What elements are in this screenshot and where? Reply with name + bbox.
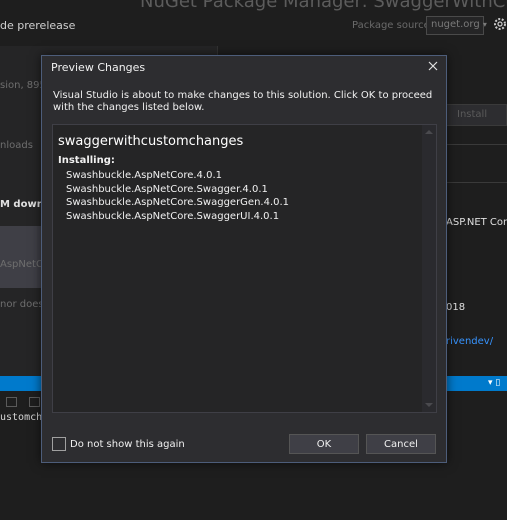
window-title: NuGet Package Manager: SwaggerWithCustom… (140, 0, 507, 12)
clear-output-icon[interactable] (6, 397, 17, 407)
screenshot-root: NuGet Package Manager: SwaggerWithCustom… (0, 0, 507, 520)
list-item: Swashbuckle.AspNetCore.SwaggerGen.4.0.1 (66, 197, 290, 208)
dialog-titlebar: Preview Changes (42, 56, 446, 78)
do-not-show-checkbox[interactable] (52, 437, 66, 451)
package-date-fragment: 018 (446, 302, 466, 313)
chevron-down-icon: ▾ (482, 20, 487, 29)
package-list: Swashbuckle.AspNetCore.4.0.1 Swashbuckle… (66, 169, 289, 223)
vertical-scrollbar[interactable] (422, 125, 436, 412)
list-item: Swashbuckle.AspNetCore.SwaggerUI.4.0.1 (66, 210, 280, 222)
divider (446, 144, 507, 145)
scroll-down-icon[interactable] (425, 403, 433, 407)
package-source-value: nuget.org (431, 19, 480, 30)
package-list-fragment: nloads (0, 140, 33, 151)
cancel-button[interactable]: Cancel (366, 434, 436, 454)
gear-icon[interactable] (492, 16, 507, 32)
dialog-title: Preview Changes (51, 61, 146, 74)
package-description-fragment: ASP.NET Core (446, 217, 507, 228)
package-source-select[interactable]: nuget.org ▾ (426, 16, 487, 35)
chevron-down-icon[interactable]: ▾ ▯ (488, 378, 500, 388)
word-wrap-icon[interactable] (29, 397, 40, 407)
changes-list[interactable]: swaggerwithcustomchanges Installing: Swa… (52, 124, 437, 413)
dialog-message: Visual Studio is about to make changes t… (53, 90, 433, 113)
package-source-label: Package source: (352, 20, 434, 31)
package-list-fragment: sion, 895 (0, 80, 46, 91)
do-not-show-label[interactable]: Do not show this again (70, 439, 185, 450)
project-name: swaggerwithcustomchanges (58, 134, 244, 149)
close-icon[interactable] (425, 58, 441, 74)
scroll-up-icon[interactable] (425, 130, 433, 134)
package-list-fragment: nor does (0, 299, 44, 310)
list-item: Swashbuckle.AspNetCore.4.0.1 (66, 170, 223, 181)
nuget-header: NuGet Package Manager: SwaggerWithCustom… (0, 0, 507, 46)
install-button[interactable]: Install (446, 104, 507, 126)
list-item: Swashbuckle.AspNetCore.Swagger.4.0.1 (66, 183, 268, 195)
divider (446, 182, 507, 183)
preview-changes-dialog: Preview Changes Visual Studio is about t… (41, 55, 447, 463)
ok-button[interactable]: OK (289, 434, 359, 454)
project-url-link[interactable]: rivendev/ (446, 336, 493, 347)
installing-heading: Installing: (58, 155, 115, 166)
include-prerelease-label[interactable]: de prerelease (0, 19, 75, 32)
